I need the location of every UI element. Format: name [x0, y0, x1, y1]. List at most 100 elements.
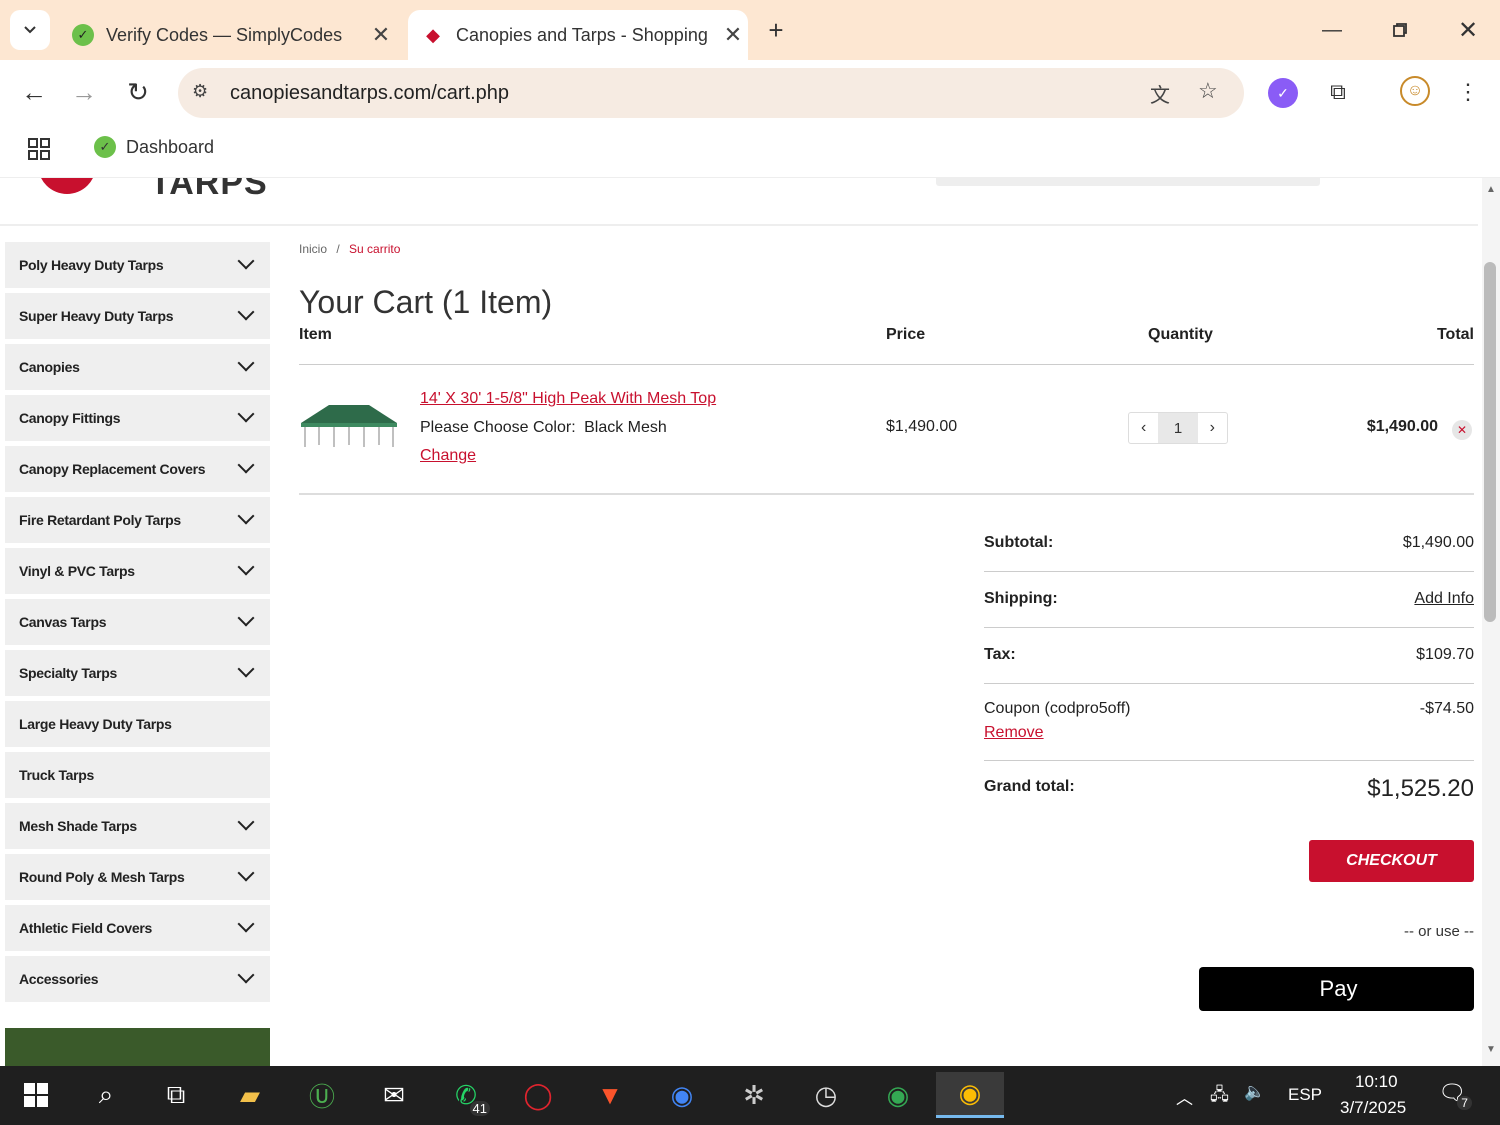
- site-settings-icon[interactable]: ⚙: [192, 81, 208, 102]
- minimize-button[interactable]: —: [1312, 12, 1352, 48]
- chevron-down-icon[interactable]: [237, 609, 255, 627]
- back-button[interactable]: ←: [16, 74, 52, 110]
- search-icon[interactable]: ⌕: [78, 1072, 134, 1118]
- clock-app-icon[interactable]: ◷: [798, 1072, 854, 1118]
- window-close-button[interactable]: ✕: [1448, 12, 1488, 48]
- shipping-add-info-link[interactable]: Add Info: [1414, 590, 1474, 608]
- sidebar-category[interactable]: Large Heavy Duty Tarps: [5, 701, 270, 747]
- breadcrumb-current[interactable]: Su carrito: [349, 242, 400, 256]
- extension-icon[interactable]: ✓: [1268, 78, 1298, 108]
- header-total: Total: [1436, 326, 1474, 343]
- tab-canopies[interactable]: ◆ Canopies and Tarps - Shopping ✕: [408, 10, 748, 60]
- category-sidebar: Poly Heavy Duty Tarps Super Heavy Duty Ta…: [5, 242, 270, 1007]
- logo[interactable]: [38, 178, 96, 194]
- chrome-icon[interactable]: ◉: [654, 1072, 710, 1118]
- scroll-down-icon[interactable]: ▼: [1486, 1044, 1496, 1055]
- category-label: Mesh Shade Tarps: [19, 818, 137, 834]
- clock-time[interactable]: 10:10: [1355, 1072, 1398, 1092]
- chevron-down-icon[interactable]: [237, 915, 255, 933]
- scrollbar-thumb[interactable]: [1484, 262, 1496, 622]
- chevron-down-icon[interactable]: [237, 456, 255, 474]
- chevron-down-icon[interactable]: [237, 864, 255, 882]
- decrease-quantity-button[interactable]: ‹: [1129, 413, 1158, 443]
- sidebar-category[interactable]: Canopy Replacement Covers: [5, 446, 270, 492]
- chevron-down-icon[interactable]: [237, 966, 255, 984]
- search-box[interactable]: [936, 178, 1320, 186]
- chevron-down-icon[interactable]: [237, 405, 255, 423]
- sidebar-category[interactable]: Vinyl & PVC Tarps: [5, 548, 270, 594]
- chrome-profile-icon[interactable]: ◉: [870, 1072, 926, 1118]
- file-explorer-icon[interactable]: ▰: [222, 1072, 278, 1118]
- brave-icon[interactable]: ▼: [582, 1072, 638, 1118]
- chevron-down-icon[interactable]: [237, 252, 255, 270]
- apple-pay-button[interactable]: Pay: [1199, 967, 1474, 1011]
- close-icon[interactable]: ✕: [718, 22, 748, 48]
- extensions-puzzle-icon[interactable]: ⧉: [1322, 76, 1354, 108]
- checkout-button[interactable]: CHECKOUT: [1309, 840, 1474, 882]
- sidebar-category[interactable]: Super Heavy Duty Tarps: [5, 293, 270, 339]
- category-label: Large Heavy Duty Tarps: [19, 716, 172, 732]
- close-icon[interactable]: ✕: [366, 22, 396, 48]
- sidebar-category[interactable]: Canvas Tarps: [5, 599, 270, 645]
- sidebar-category[interactable]: Fire Retardant Poly Tarps: [5, 497, 270, 543]
- remove-item-icon[interactable]: ✕: [1452, 420, 1472, 440]
- chevron-down-icon[interactable]: [237, 813, 255, 831]
- clock-date[interactable]: 3/7/2025: [1340, 1098, 1406, 1118]
- volume-icon[interactable]: 🔈: [1244, 1082, 1265, 1102]
- category-label: Specialty Tarps: [19, 665, 117, 681]
- promo-image[interactable]: [5, 1028, 270, 1066]
- mail-icon[interactable]: ✉: [366, 1072, 422, 1118]
- chrome-active-icon[interactable]: ◉: [936, 1072, 1004, 1118]
- category-label: Poly Heavy Duty Tarps: [19, 257, 164, 273]
- sidebar-category[interactable]: Round Poly & Mesh Tarps: [5, 854, 270, 900]
- translate-icon[interactable]: 文: [1150, 79, 1170, 108]
- windows-start-icon[interactable]: [8, 1072, 64, 1118]
- chevron-down-icon[interactable]: [237, 558, 255, 576]
- category-label: Round Poly & Mesh Tarps: [19, 869, 185, 885]
- restore-button[interactable]: [1380, 12, 1420, 48]
- page-scrollbar[interactable]: ▲ ▼: [1482, 178, 1500, 1066]
- sidebar-category[interactable]: Canopy Fittings: [5, 395, 270, 441]
- sidebar-category[interactable]: Athletic Field Covers: [5, 905, 270, 951]
- or-use-text: -- or use --: [1403, 923, 1474, 940]
- quantity-value[interactable]: 1: [1158, 413, 1198, 443]
- show-hidden-icons[interactable]: ︿: [1176, 1084, 1193, 1109]
- bookmark-dashboard[interactable]: ✓ Dashboard: [94, 136, 214, 158]
- whatsapp-icon[interactable]: ✆ 41: [438, 1072, 494, 1118]
- product-image[interactable]: [299, 401, 399, 451]
- language-indicator[interactable]: ESP: [1288, 1085, 1322, 1105]
- sidebar-category[interactable]: Canopies: [5, 344, 270, 390]
- sidebar-category[interactable]: Specialty Tarps: [5, 650, 270, 696]
- profile-icon[interactable]: ☺: [1400, 76, 1430, 106]
- tab-simplycodes[interactable]: ✓ Verify Codes — SimplyCodes ✕: [58, 10, 396, 60]
- tab-search-button[interactable]: [10, 10, 50, 50]
- item-price: $1,490.00: [886, 418, 958, 435]
- new-tab-button[interactable]: +: [760, 14, 792, 46]
- task-view-icon[interactable]: ⧉: [148, 1072, 204, 1118]
- apps-grid-icon[interactable]: [24, 134, 54, 164]
- chevron-down-icon[interactable]: [237, 303, 255, 321]
- chevron-down-icon[interactable]: [237, 354, 255, 372]
- chevron-down-icon[interactable]: [237, 660, 255, 678]
- forward-button[interactable]: →: [66, 74, 102, 110]
- coupon-remove-link[interactable]: Remove: [984, 724, 1044, 742]
- network-icon[interactable]: 🖧: [1210, 1082, 1229, 1111]
- sidebar-category[interactable]: Accessories: [5, 956, 270, 1002]
- reload-button[interactable]: ↻: [120, 74, 156, 110]
- change-option-link[interactable]: Change: [420, 447, 476, 465]
- notifications-icon[interactable]: 🗨 7: [1438, 1080, 1472, 1110]
- opera-icon[interactable]: ◯: [510, 1072, 566, 1118]
- address-bar[interactable]: ⚙ canopiesandtarps.com/cart.php 文 ☆: [178, 68, 1244, 118]
- chevron-down-icon[interactable]: [237, 507, 255, 525]
- menu-kebab-icon[interactable]: ⋮: [1454, 76, 1482, 108]
- scroll-up-icon[interactable]: ▲: [1486, 184, 1496, 195]
- product-name-link[interactable]: 14' X 30' 1-5/8" High Peak With Mesh Top: [420, 390, 716, 408]
- sidebar-category[interactable]: Mesh Shade Tarps: [5, 803, 270, 849]
- breadcrumb-home[interactable]: Inicio: [299, 242, 327, 256]
- bookmark-star-icon[interactable]: ☆: [1198, 78, 1218, 104]
- upwork-icon[interactable]: Ⓤ: [294, 1072, 350, 1118]
- increase-quantity-button[interactable]: ›: [1198, 413, 1227, 443]
- sidebar-category[interactable]: Truck Tarps: [5, 752, 270, 798]
- app-icon[interactable]: ✲: [726, 1072, 782, 1118]
- sidebar-category[interactable]: Poly Heavy Duty Tarps: [5, 242, 270, 288]
